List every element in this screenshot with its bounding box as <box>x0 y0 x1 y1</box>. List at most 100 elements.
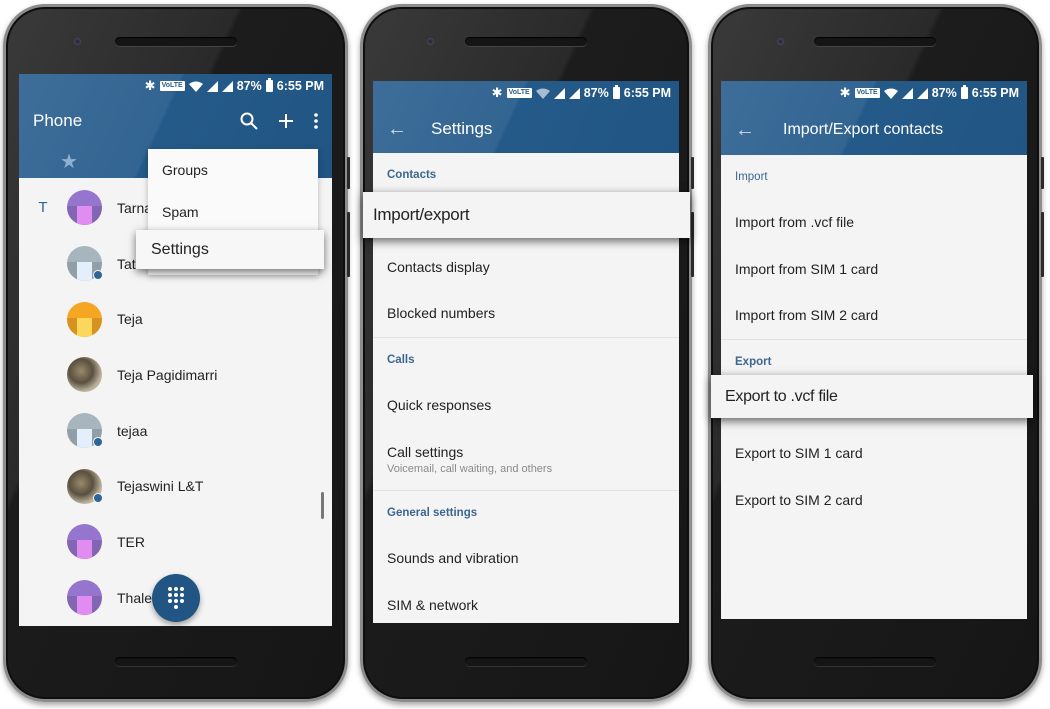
avatar-container <box>67 190 102 226</box>
dialpad-button[interactable] <box>152 574 200 622</box>
avatar <box>67 301 102 337</box>
tab-favorites[interactable]: ★ <box>19 149 119 174</box>
pref-contacts-display[interactable]: Contacts display <box>373 244 679 291</box>
volte-icon: VoLTE <box>506 88 532 98</box>
dialpad-icon <box>168 587 184 609</box>
power-button <box>1041 157 1044 189</box>
signal-sim2-icon <box>221 80 233 92</box>
item-export-sim2[interactable]: Export to SIM 2 card <box>721 477 1027 524</box>
wifi-icon <box>188 81 203 92</box>
plus-icon[interactable] <box>278 113 294 129</box>
signal-sim1-icon <box>901 87 913 99</box>
battery-icon <box>265 78 273 92</box>
phone-frame-import-export: ✱ VoLTE 87% 6:55 PM ← Import/Export cont… <box>708 4 1044 702</box>
section-header-import: Import <box>735 171 768 183</box>
menu-item-groups[interactable]: Groups <box>148 149 318 191</box>
battery-icon <box>960 85 968 99</box>
power-button <box>691 157 694 189</box>
signal-sim1-icon <box>206 80 218 92</box>
signal-sim2-icon <box>916 87 928 99</box>
contact-row[interactable]: TER <box>19 514 332 570</box>
back-arrow-icon[interactable]: ← <box>735 119 783 142</box>
wifi-icon <box>883 88 898 99</box>
contact-name: Teja Pagidimarri <box>117 366 218 383</box>
avatar-container <box>67 468 103 504</box>
search-icon[interactable] <box>240 112 258 130</box>
avatar-container <box>67 357 102 393</box>
bottom-speaker <box>465 657 587 666</box>
scrollbar-thumb[interactable] <box>321 492 324 519</box>
contact-row[interactable]: Tejaswini L&T <box>19 458 332 514</box>
item-import-sim1[interactable]: Import from SIM 1 card <box>721 246 1027 293</box>
status-bar: ✱ VoLTE 87% 6:55 PM <box>721 81 1027 105</box>
avatar <box>67 524 102 560</box>
toolbar: ← Import/Export contacts <box>721 105 1027 155</box>
phone-frame-settings: ✱ VoLTE 87% 6:55 PM ← Settings Contacts … <box>360 4 694 702</box>
volte-icon: VoLTE <box>854 88 880 98</box>
avatar-container <box>67 246 103 282</box>
contact-name: Tarna <box>117 199 153 216</box>
bluetooth-icon: ✱ <box>491 85 503 100</box>
highlight-import-export[interactable]: Import/export <box>363 192 690 238</box>
app-bar: ✱ VoLTE 87% 6:55 PM ← Settings <box>373 81 679 153</box>
signal-sim2-icon <box>568 87 580 99</box>
screen-settings: ✱ VoLTE 87% 6:55 PM ← Settings Contacts … <box>373 81 679 623</box>
bluetooth-icon: ✱ <box>144 78 156 93</box>
item-export-sim1[interactable]: Export to SIM 1 card <box>721 430 1027 477</box>
battery-percent: 87% <box>931 86 957 100</box>
front-camera <box>74 38 81 45</box>
toolbar: Phone <box>19 98 332 144</box>
front-camera <box>427 38 434 45</box>
front-camera <box>777 38 784 45</box>
back-arrow-icon[interactable]: ← <box>387 118 431 141</box>
status-bar: ✱ VoLTE 87% 6:55 PM <box>373 81 679 105</box>
bluetooth-icon: ✱ <box>839 85 851 100</box>
app-title: Phone <box>33 111 83 130</box>
contact-row[interactable]: Teja Pagidimarri <box>19 347 332 403</box>
section-header-calls: Calls <box>387 353 415 366</box>
earpiece-speaker <box>114 37 237 46</box>
item-import-vcf[interactable]: Import from .vcf file <box>721 199 1027 246</box>
screen-contacts: ✱ VoLTE 87% 6:55 PM Phone ★ T Tarna Tato… <box>19 74 332 626</box>
clock: 6:55 PM <box>623 86 671 100</box>
volume-button <box>347 212 350 277</box>
volte-icon: VoLTE <box>159 81 185 91</box>
earpiece-speaker <box>465 37 587 46</box>
bottom-speaker <box>114 657 237 666</box>
volume-button <box>1041 212 1044 277</box>
bottom-speaker <box>814 657 936 666</box>
section-header-contacts: Contacts <box>387 169 437 181</box>
avatar-container <box>67 413 103 449</box>
avatar-container <box>67 524 102 560</box>
contact-row[interactable]: Teja <box>19 291 332 347</box>
page-title: Settings <box>431 119 493 138</box>
pref-quick-responses[interactable]: Quick responses <box>373 382 679 429</box>
linked-account-badge-icon <box>93 270 103 281</box>
pref-summary: Voicemail, call waiting, and others <box>387 462 553 475</box>
pref-sim-network[interactable]: SIM & network <box>373 582 679 624</box>
pref-sounds-vibration[interactable]: Sounds and vibration <box>373 535 679 582</box>
avatar-container <box>67 580 102 616</box>
contact-name: Tejaswini L&T <box>117 478 204 495</box>
battery-percent: 87% <box>583 86 609 100</box>
avatar-container <box>67 301 102 337</box>
contact-row[interactable]: tejaa <box>19 403 332 459</box>
pref-blocked-numbers[interactable]: Blocked numbers <box>373 290 679 337</box>
more-vert-icon[interactable] <box>314 113 318 129</box>
menu-item-settings-highlighted[interactable]: Settings <box>136 230 324 269</box>
menu-item-spam[interactable]: Spam <box>148 191 318 233</box>
avatar <box>67 357 102 393</box>
power-button <box>347 157 350 189</box>
page-title: Import/Export contacts <box>783 121 944 138</box>
highlight-export-vcf[interactable]: Export to .vcf file <box>711 375 1033 418</box>
item-import-sim2[interactable]: Import from SIM 2 card <box>721 292 1027 339</box>
wifi-icon <box>535 88 550 99</box>
screen-import-export: ✱ VoLTE 87% 6:55 PM ← Import/Export cont… <box>721 81 1027 619</box>
contact-name: TER <box>117 533 145 550</box>
battery-percent: 87% <box>236 79 262 93</box>
pref-call-settings[interactable]: Call settings Voicemail, call waiting, a… <box>373 428 679 490</box>
avatar <box>67 190 102 226</box>
clock: 6:55 PM <box>971 86 1019 100</box>
section-header-general: General settings <box>387 507 478 519</box>
status-bar: ✱ VoLTE 87% 6:55 PM <box>19 74 332 98</box>
